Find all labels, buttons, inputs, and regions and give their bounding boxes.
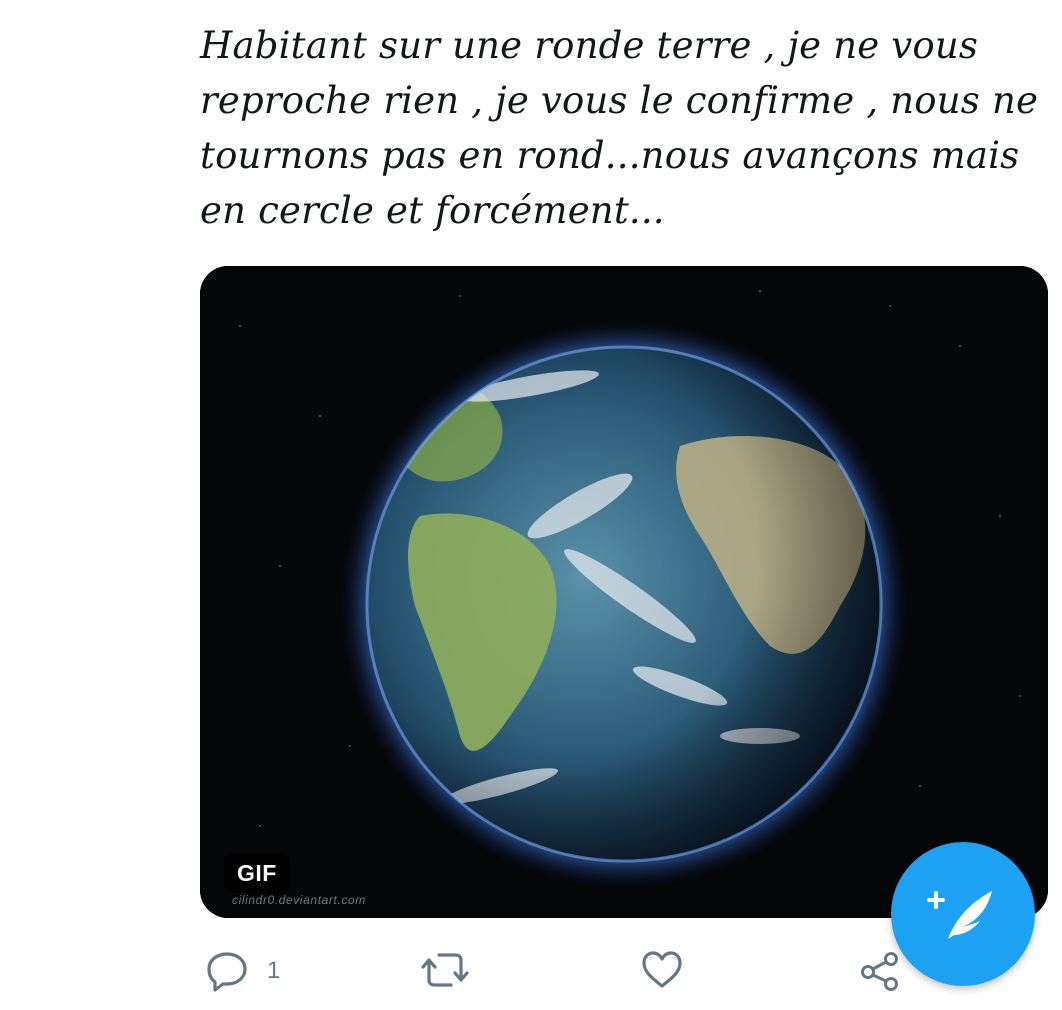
retweet-button[interactable] (421, 950, 469, 990)
gif-badge: GIF (224, 853, 290, 893)
reply-button[interactable]: 1 (205, 950, 280, 992)
compose-tweet-icon (927, 891, 992, 939)
heart-icon (642, 951, 682, 988)
retweet-icon (421, 953, 469, 987)
share-icon (861, 952, 898, 991)
like-button[interactable] (640, 950, 684, 990)
earth-globe-image (200, 266, 1048, 918)
share-button[interactable] (858, 950, 902, 992)
media-watermark: cilindr0.deviantart.com (232, 893, 366, 907)
reply-count: 1 (267, 957, 281, 984)
compose-tweet-button[interactable] (891, 842, 1035, 986)
tweet-media-gif[interactable] (200, 266, 1048, 918)
reply-icon (207, 952, 247, 992)
tweet-text: Habitant sur une ronde terre , je ne vou… (200, 24, 1039, 232)
